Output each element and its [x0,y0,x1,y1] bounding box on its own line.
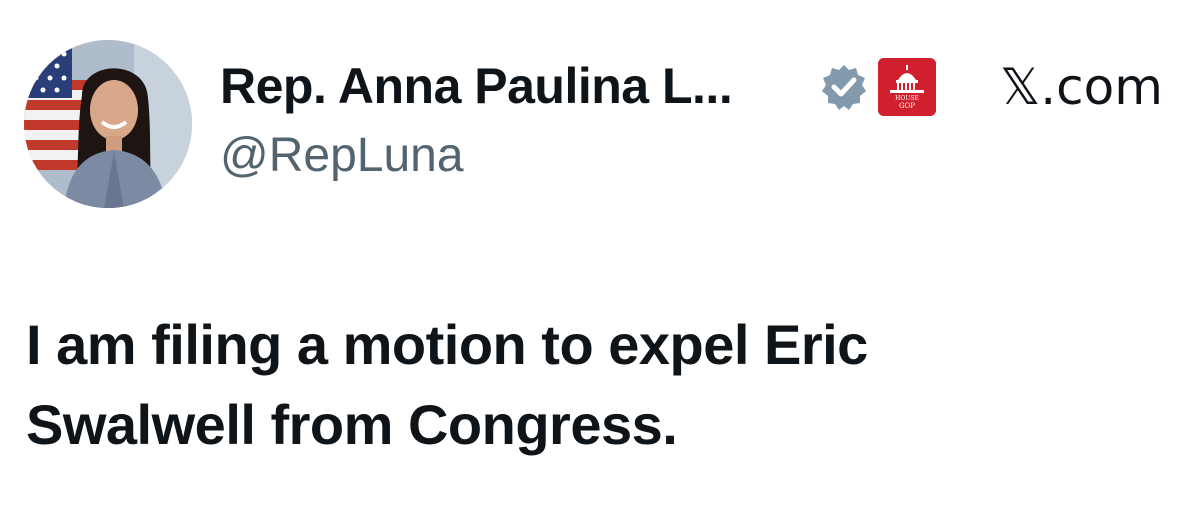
tweet-text-line: I am filing a motion to expel Eric [26,313,868,376]
author-handle[interactable]: @RepLuna [220,127,464,185]
tweet-card: Rep. Anna Paulina L... HOUSE GOP 𝕏.com @… [0,0,1200,530]
tweet-text-line: Swalwell from Congress. [26,393,678,456]
affiliation-text-bottom: GOP [899,102,915,110]
profile-photo-icon [24,40,192,208]
display-name[interactable]: Rep. Anna Paulina L... [220,56,733,116]
avatar[interactable] [24,40,192,208]
affiliation-text-top: HOUSE [895,95,919,102]
tweet-text: I am filing a motion to expel Eric Swalw… [26,305,1146,465]
x-brand-label: 𝕏.com [1000,58,1163,116]
house-gop-logo-icon[interactable]: HOUSE GOP [878,58,936,116]
verified-badge-icon [820,63,868,111]
